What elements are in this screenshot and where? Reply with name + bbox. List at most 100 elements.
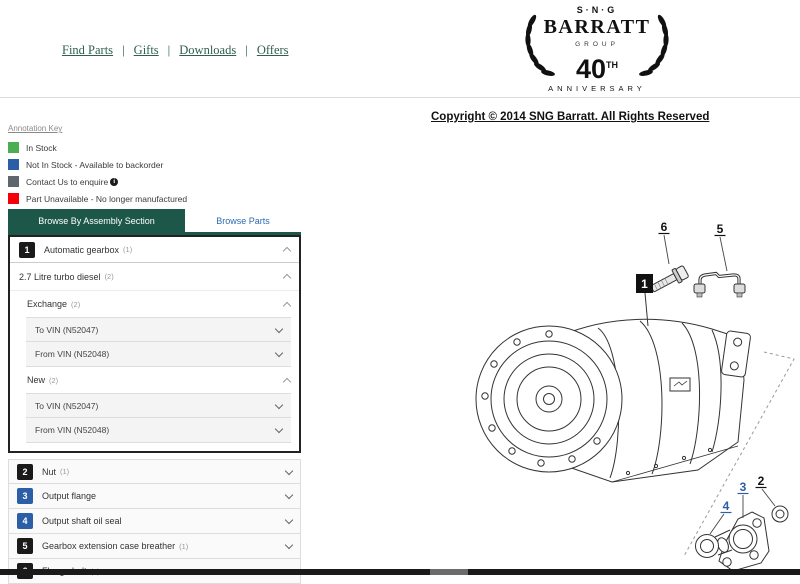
new-option-to-vin[interactable]: To VIN (N52047)	[26, 393, 291, 418]
nav-separator: |	[122, 42, 125, 58]
svg-text:4: 4	[723, 499, 730, 513]
browse-column: Browse By Assembly Section Browse Parts …	[8, 209, 301, 584]
section-row-output-flange[interactable]: 3 Output flange	[8, 484, 301, 509]
section-row-output-shaft-oil-seal[interactable]: 4 Output shaft oil seal	[8, 509, 301, 534]
svg-text:6: 6	[661, 220, 668, 234]
section-number-badge: 5	[17, 538, 33, 554]
output-flange-drawing	[696, 512, 770, 571]
chevron-down-icon	[285, 516, 293, 524]
horizontal-scrollbar-thumb[interactable]	[430, 569, 468, 575]
legend-item-backorder: Not In Stock - Available to backorder	[8, 159, 288, 170]
callout-6-label[interactable]: 6	[659, 220, 670, 264]
header-divider	[0, 97, 800, 98]
option-label: From VIN (N52048)	[35, 349, 109, 359]
callout-1-badge[interactable]: 1	[636, 274, 653, 326]
callout-4-label[interactable]: 4	[710, 499, 732, 534]
exchange-option-from-vin[interactable]: From VIN (N52048)	[26, 342, 291, 367]
legend-item-unavailable: Part Unavailable - No longer manufacture…	[8, 193, 288, 204]
logo-anniversary-text: ANNIVERSARY	[497, 84, 697, 93]
callout-2-label[interactable]: 2	[756, 474, 776, 506]
nav-downloads[interactable]: Downloads	[179, 43, 236, 58]
legend-item-contact-us: Contact Us to enquire i	[8, 176, 288, 187]
option-label: To VIN (N52047)	[35, 401, 98, 411]
oil-seal-drawing	[696, 535, 719, 558]
svg-text:3: 3	[740, 480, 747, 494]
browse-tabs: Browse By Assembly Section Browse Parts	[8, 209, 301, 232]
callout-3-label[interactable]: 3	[738, 480, 749, 518]
section-label: Nut	[42, 467, 56, 477]
backorder-swatch	[8, 159, 19, 170]
section-number-badge: 2	[17, 464, 33, 480]
sng-barratt-logo: S·N·G BARRATT GROUP 40TH	[497, 5, 697, 93]
option-label: From VIN (N52048)	[35, 425, 109, 435]
chevron-up-icon	[283, 247, 291, 255]
section-count: (1)	[179, 542, 188, 551]
chevron-up-icon	[283, 301, 291, 309]
engine-variant-label: 2.7 Litre turbo diesel	[19, 272, 101, 282]
chevron-down-icon	[275, 349, 283, 357]
legend-label: Part Unavailable - No longer manufacture…	[26, 194, 187, 204]
section-number-badge: 1	[19, 242, 35, 258]
gearbox-assembly-diagram: 1 6 5 2 3 4	[300, 200, 800, 575]
gearbox-drawing	[476, 319, 751, 482]
nav-separator: |	[245, 42, 248, 58]
section-row-automatic-gearbox[interactable]: 1 Automatic gearbox (1)	[10, 237, 299, 263]
nav-find-parts[interactable]: Find Parts	[62, 43, 113, 58]
bottom-black-bar	[0, 569, 800, 575]
exchange-group-row[interactable]: Exchange (2)	[10, 291, 299, 317]
section-number-badge: 3	[17, 488, 33, 504]
section-row-gearbox-extension-case-breather[interactable]: 5 Gearbox extension case breather (1)	[8, 534, 301, 559]
legend-item-in-stock: In Stock	[8, 142, 288, 153]
svg-text:2: 2	[758, 474, 765, 488]
nut-drawing	[772, 506, 788, 522]
legend-label: Not In Stock - Available to backorder	[26, 160, 163, 170]
callout-5-label[interactable]: 5	[715, 222, 728, 271]
engine-variant-row[interactable]: 2.7 Litre turbo diesel (2)	[10, 263, 299, 291]
nav-gifts[interactable]: Gifts	[134, 43, 159, 58]
legend-label: Contact Us to enquire	[26, 177, 108, 187]
nav-separator: |	[168, 42, 171, 58]
info-icon: i	[110, 178, 118, 186]
chevron-down-icon	[275, 425, 283, 433]
section-label: Gearbox extension case breather	[42, 541, 175, 551]
svg-text:1: 1	[641, 277, 648, 291]
contact-us-swatch	[8, 176, 19, 187]
new-label: New	[27, 375, 45, 385]
nav-offers[interactable]: Offers	[257, 43, 289, 58]
chevron-down-icon	[285, 541, 293, 549]
breather-pipe-drawing	[694, 274, 745, 298]
tab-browse-parts[interactable]: Browse Parts	[185, 209, 301, 232]
chevron-down-icon	[275, 400, 283, 408]
laurel-left-icon	[521, 11, 555, 79]
exchange-label: Exchange	[27, 299, 67, 309]
in-stock-swatch	[8, 142, 19, 153]
laurel-right-icon	[639, 11, 673, 79]
annotation-key-title: Annotation Key	[8, 124, 288, 133]
main-nav: Find Parts | Gifts | Downloads | Offers	[62, 42, 289, 58]
svg-text:5: 5	[717, 222, 724, 236]
section-label: Output shaft oil seal	[42, 516, 122, 526]
chevron-down-icon	[285, 466, 293, 474]
section-label: Output flange	[42, 491, 96, 501]
chevron-down-icon	[275, 324, 283, 332]
option-label: To VIN (N52047)	[35, 325, 98, 335]
flange-bolt-drawing	[649, 264, 690, 295]
section-row-nut[interactable]: 2 Nut (1)	[8, 459, 301, 484]
section-count: (1)	[123, 245, 132, 254]
unavailable-swatch	[8, 193, 19, 204]
copyright-text: Copyright © 2014 SNG Barratt. All Rights…	[431, 111, 709, 123]
exchange-count: (2)	[71, 300, 80, 309]
assembly-expanded-panel: 1 Automatic gearbox (1) 2.7 Litre turbo …	[8, 235, 301, 453]
exchange-option-to-vin[interactable]: To VIN (N52047)	[26, 317, 291, 342]
annotation-key: Annotation Key In Stock Not In Stock - A…	[8, 124, 288, 210]
chevron-up-icon	[283, 274, 291, 282]
section-count: (1)	[60, 467, 69, 476]
tab-browse-by-assembly[interactable]: Browse By Assembly Section	[8, 209, 185, 232]
section-number-badge: 4	[17, 513, 33, 529]
new-group-row[interactable]: New (2)	[10, 367, 299, 393]
logo-40-number: 40TH	[576, 54, 618, 84]
section-label: Automatic gearbox	[44, 245, 119, 255]
legend-label: In Stock	[26, 143, 57, 153]
new-option-from-vin[interactable]: From VIN (N52048)	[26, 418, 291, 443]
chevron-down-icon	[285, 491, 293, 499]
